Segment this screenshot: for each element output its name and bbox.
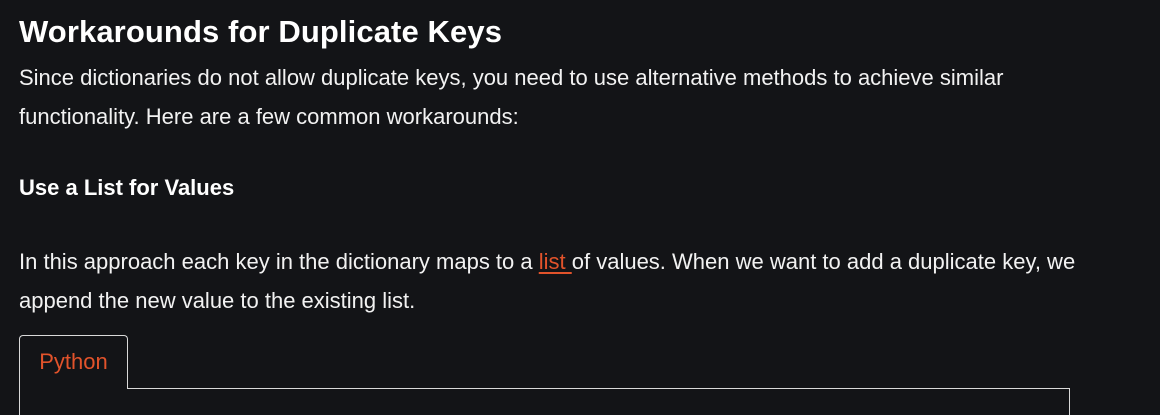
list-link[interactable]: list xyxy=(539,249,572,274)
tab-python[interactable]: Python xyxy=(19,335,128,389)
tab-python-label: Python xyxy=(39,349,108,374)
approach-paragraph: In this approach each key in the diction… xyxy=(19,242,1119,320)
section-heading: Workarounds for Duplicate Keys xyxy=(19,14,503,49)
approach-text-before: In this approach each key in the diction… xyxy=(19,249,539,274)
subsection-heading: Use a List for Values xyxy=(19,175,235,200)
article: Workarounds for Duplicate Keys Since dic… xyxy=(0,0,1160,415)
code-panel xyxy=(19,388,1070,415)
intro-paragraph: Since dictionaries do not allow duplicat… xyxy=(19,65,1004,129)
